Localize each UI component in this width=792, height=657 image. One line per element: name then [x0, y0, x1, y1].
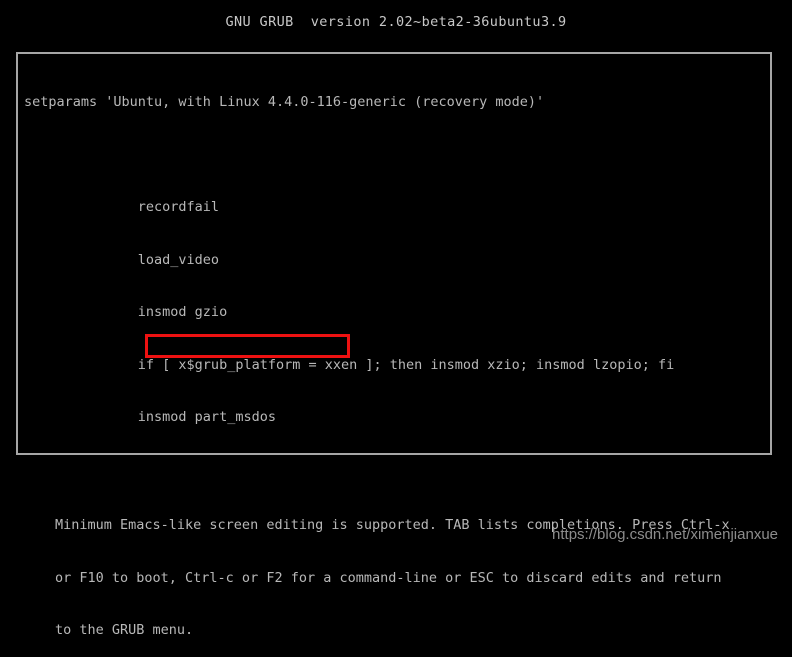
- code-line: setparams 'Ubuntu, with Linux 4.4.0-116-…: [24, 94, 545, 110]
- grub-version-title: GNU GRUB version 2.02~beta2-36ubuntu3.9: [225, 14, 567, 30]
- grub-command-editor[interactable]: setparams 'Ubuntu, with Linux 4.4.0-116-…: [24, 59, 768, 453]
- code-line: load_video: [24, 251, 220, 268]
- code-line: if [ x$grub_platform = xxen ]; then insm…: [24, 356, 675, 373]
- grub-edit-frame[interactable]: setparams 'Ubuntu, with Linux 4.4.0-116-…: [16, 52, 772, 455]
- code-line: recordfail: [24, 199, 220, 215]
- watermark-url: https://blog.csdn.net/ximenjianxue: [552, 526, 778, 543]
- code-line: insmod part_msdos: [24, 409, 276, 425]
- help-line: to the GRUB menu.: [55, 622, 194, 638]
- grub-help-text: Minimum Emacs-like screen editing is sup…: [55, 482, 730, 657]
- code-line: insmod gzio: [24, 304, 228, 320]
- help-line: or F10 to boot, Ctrl-c or F2 for a comma…: [55, 569, 722, 586]
